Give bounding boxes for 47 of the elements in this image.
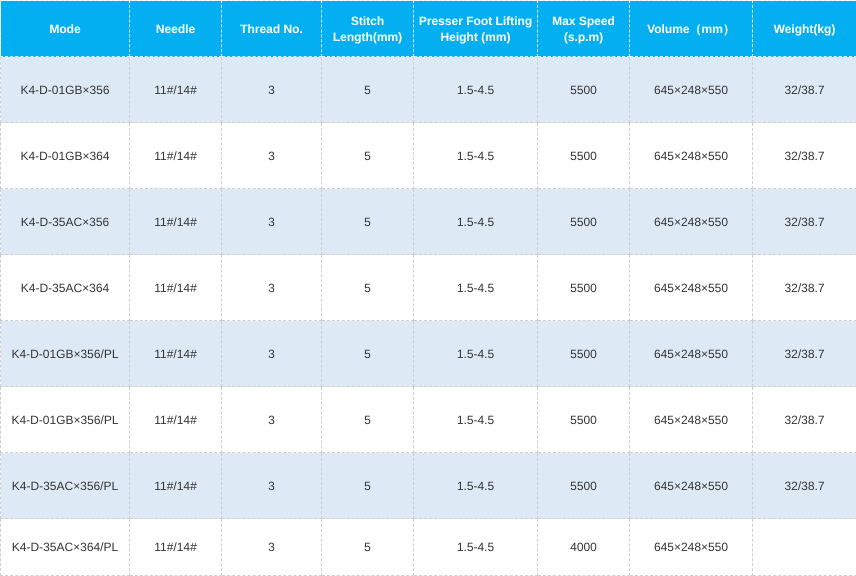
table-cell: K4-D-35AC×364/PL	[0, 518, 130, 576]
table-cell: 4000	[538, 518, 630, 576]
table-cell: 645×248×550	[630, 518, 752, 576]
column-header: Mode	[0, 0, 130, 56]
table-cell: 11#/14#	[130, 56, 222, 122]
table-cell: 5	[322, 452, 414, 518]
table-cell: 5	[322, 320, 414, 386]
table-cell: 3	[222, 320, 322, 386]
column-header: Volume（mm）	[630, 0, 752, 56]
table-cell: K4-D-01GB×356/PL	[0, 320, 130, 386]
table-cell: K4-D-35AC×356/PL	[0, 452, 130, 518]
table-cell: 11#/14#	[130, 320, 222, 386]
table-cell: K4-D-35AC×356	[0, 188, 130, 254]
table-cell: 645×248×550	[630, 188, 752, 254]
table-cell: K4-D-01GB×356	[0, 56, 130, 122]
table-cell: 1.5-4.5	[414, 518, 538, 576]
table-cell: 5	[322, 188, 414, 254]
table-cell: 1.5-4.5	[414, 452, 538, 518]
table-cell: 32/38.7	[752, 188, 856, 254]
column-header: Thread No.	[222, 0, 322, 56]
table-cell: 3	[222, 452, 322, 518]
column-header: Max Speed (s.p.m)	[538, 0, 630, 56]
table-cell: 5	[322, 56, 414, 122]
table-cell: 32/38.7	[752, 56, 856, 122]
table-cell: 11#/14#	[130, 188, 222, 254]
table-cell: 5500	[538, 320, 630, 386]
table-cell: 11#/14#	[130, 518, 222, 576]
table-cell: 5500	[538, 188, 630, 254]
table-cell: 32/38.7	[752, 452, 856, 518]
table-cell: 1.5-4.5	[414, 188, 538, 254]
column-header: Stitch Length(mm)	[322, 0, 414, 56]
table-cell: 3	[222, 188, 322, 254]
table-cell: 645×248×550	[630, 56, 752, 122]
table-cell: 11#/14#	[130, 452, 222, 518]
table-cell: 5	[322, 518, 414, 576]
column-header: Presser Foot Lifting Height (mm)	[414, 0, 538, 56]
column-header: Needle	[130, 0, 222, 56]
table-cell: 1.5-4.5	[414, 56, 538, 122]
table-cell: 5500	[538, 56, 630, 122]
table-cell: 3	[222, 518, 322, 576]
table-cell: 645×248×550	[630, 452, 752, 518]
table-cell: 1.5-4.5	[414, 320, 538, 386]
table-cell: 3	[222, 56, 322, 122]
table-cell: 5500	[538, 452, 630, 518]
table-cell: 32/38.7	[752, 320, 856, 386]
table-cell: 645×248×550	[630, 320, 752, 386]
column-header: Weight(kg)	[752, 0, 856, 56]
